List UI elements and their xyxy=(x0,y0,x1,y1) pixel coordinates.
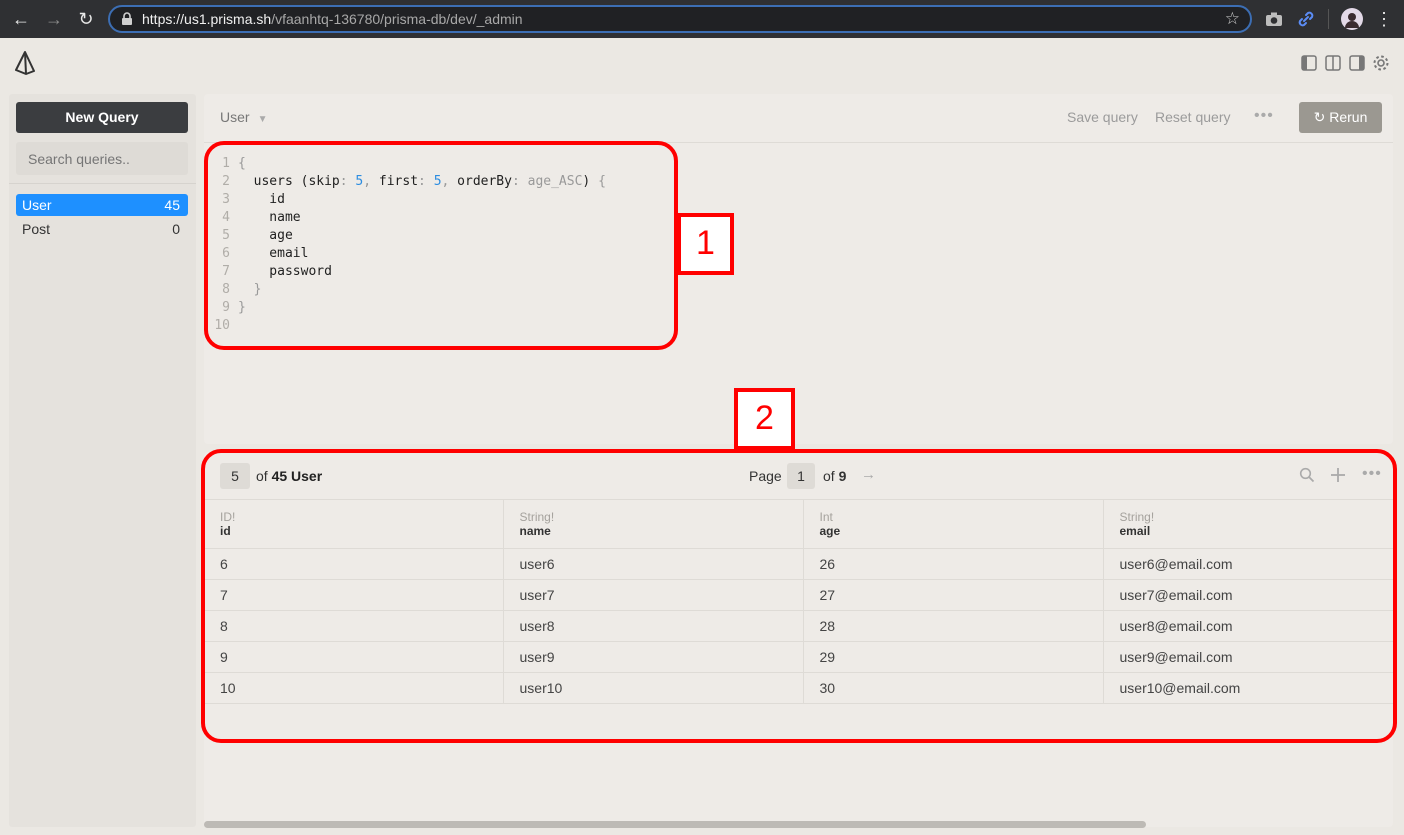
sidebar-item-user[interactable]: User 45 xyxy=(16,194,188,216)
model-dropdown[interactable]: User ▼ xyxy=(220,109,267,125)
annotation-box-results xyxy=(201,449,1397,743)
save-query-button[interactable]: Save query xyxy=(1067,109,1138,125)
model-dropdown-label: User xyxy=(220,109,250,125)
sidebar-divider xyxy=(9,183,196,184)
app-header xyxy=(0,38,1404,88)
forward-arrow-icon[interactable]: → xyxy=(42,7,66,31)
lock-icon xyxy=(122,12,132,25)
model-name: User xyxy=(22,197,52,213)
browser-menu-icon[interactable]: ⋮ xyxy=(1372,7,1396,31)
sidebar: New Query User 45 Post 0 xyxy=(9,94,196,827)
layout-right-panel-icon[interactable] xyxy=(1349,55,1365,71)
camera-extension-icon[interactable] xyxy=(1264,9,1284,29)
gear-icon[interactable] xyxy=(1372,54,1390,72)
layout-left-panel-icon[interactable] xyxy=(1301,55,1317,71)
more-options-icon[interactable]: ••• xyxy=(1254,107,1274,125)
profile-avatar[interactable] xyxy=(1341,8,1363,30)
model-count: 0 xyxy=(172,221,180,237)
prisma-logo-icon[interactable] xyxy=(14,51,36,75)
new-query-button[interactable]: New Query xyxy=(16,102,188,133)
annotation-box-query xyxy=(204,141,678,350)
annotation-label-2: 2 xyxy=(734,388,795,450)
horizontal-scrollbar[interactable] xyxy=(204,821,1146,828)
url-text: https://us1.prisma.sh/vfaanhtq-136780/pr… xyxy=(142,11,523,27)
model-count: 45 xyxy=(164,197,180,213)
rerun-button[interactable]: ↻ Rerun xyxy=(1299,102,1382,133)
search-queries-input[interactable] xyxy=(16,142,188,175)
reload-icon[interactable]: ↻ xyxy=(74,7,98,31)
layout-split-icon[interactable] xyxy=(1325,55,1341,71)
link-extension-icon[interactable] xyxy=(1296,9,1316,29)
bookmark-star-icon[interactable]: ☆ xyxy=(1225,9,1240,29)
query-header: User ▼ Save query Reset query ••• ↻ Rerun xyxy=(204,94,1393,143)
model-name: Post xyxy=(22,221,51,237)
annotation-label-1: 1 xyxy=(677,213,734,275)
refresh-icon: ↻ xyxy=(1313,109,1326,125)
back-arrow-icon[interactable]: ← xyxy=(9,7,33,31)
chevron-down-icon: ▼ xyxy=(257,114,268,125)
reset-query-button[interactable]: Reset query xyxy=(1155,109,1230,125)
browser-toolbar: ← → ↻ https://us1.prisma.sh/vfaanhtq-136… xyxy=(0,0,1404,38)
rerun-label: Rerun xyxy=(1329,109,1368,125)
address-bar[interactable]: https://us1.prisma.sh/vfaanhtq-136780/pr… xyxy=(108,5,1252,33)
sidebar-item-post[interactable]: Post 0 xyxy=(16,218,188,240)
